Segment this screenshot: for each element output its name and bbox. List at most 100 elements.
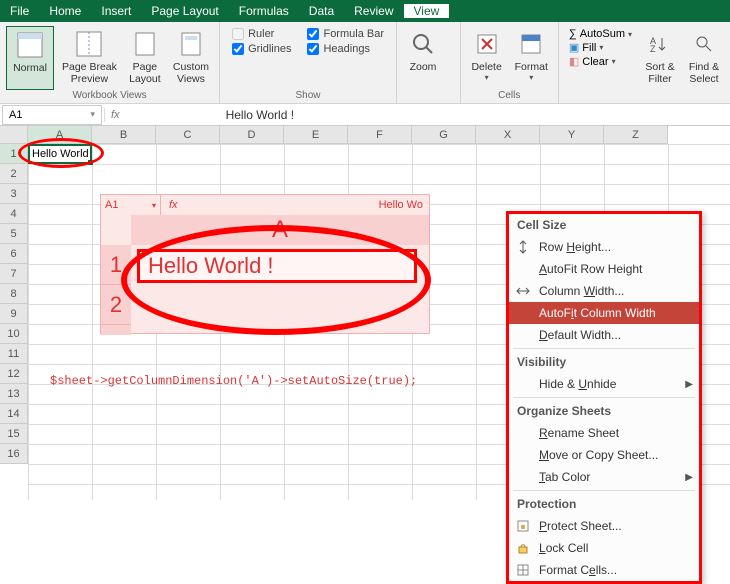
gridlines-checkbox[interactable]: Gridlines bbox=[232, 43, 291, 55]
col-header-a[interactable]: A bbox=[28, 126, 92, 144]
fill-button[interactable]: ▣Fill▾ bbox=[569, 41, 632, 54]
formula-value[interactable]: Hello World ! bbox=[226, 108, 294, 122]
normal-label: Normal bbox=[13, 63, 47, 75]
custom-views-button[interactable]: Custom Views bbox=[169, 26, 213, 90]
format-label: Format bbox=[515, 62, 548, 74]
cells-label: Cells bbox=[467, 90, 552, 103]
row-header-2[interactable]: 2 bbox=[0, 164, 28, 184]
col-header-d[interactable]: D bbox=[220, 126, 284, 144]
normal-icon bbox=[14, 29, 46, 61]
tab-insert[interactable]: Insert bbox=[91, 4, 141, 18]
col-header-y[interactable]: Y bbox=[540, 126, 604, 144]
formula-bar-checkbox[interactable]: Formula Bar bbox=[307, 28, 384, 40]
menu-move-copy[interactable]: Move or Copy Sheet... bbox=[509, 444, 699, 466]
row-header-13[interactable]: 13 bbox=[0, 384, 28, 404]
format-button[interactable]: Format ▾ bbox=[511, 26, 552, 90]
format-icon bbox=[515, 28, 547, 60]
menu-default-width[interactable]: Default Width... bbox=[509, 324, 699, 346]
menu-hide-unhide[interactable]: Hide & Unhide ▶ bbox=[509, 373, 699, 395]
row-header-10[interactable]: 10 bbox=[0, 324, 28, 344]
inset-cell-a1: Hello World ! bbox=[137, 249, 417, 283]
delete-label: Delete bbox=[471, 62, 501, 74]
page-layout-button[interactable]: Page Layout bbox=[125, 26, 165, 90]
menu-col-width[interactable]: Column Width... bbox=[509, 280, 699, 302]
format-dropdown-menu: Cell Size Row Height... AutoFit Row Heig… bbox=[506, 211, 702, 584]
menu-rename-sheet[interactable]: Rename Sheet bbox=[509, 422, 699, 444]
tab-file[interactable]: File bbox=[0, 4, 39, 18]
row-header-11[interactable]: 11 bbox=[0, 344, 28, 364]
name-box-value: A1 bbox=[9, 109, 22, 121]
row-header-1[interactable]: 1 bbox=[0, 144, 28, 164]
group-show: Ruler Gridlines Formula Bar Headings Sho… bbox=[220, 22, 397, 103]
menu-section-protection: Protection bbox=[509, 493, 699, 515]
page-break-label: Page Break Preview bbox=[62, 62, 117, 85]
menu-autofit-col[interactable]: AutoFit Column Width bbox=[509, 302, 699, 324]
title-tabs: File Home Insert Page Layout Formulas Da… bbox=[0, 0, 730, 22]
ribbon: Normal Page Break Preview Page Layout Cu… bbox=[0, 22, 730, 104]
row-height-icon bbox=[515, 239, 531, 255]
col-header-c[interactable]: C bbox=[156, 126, 220, 144]
tab-review[interactable]: Review bbox=[344, 4, 403, 18]
row-header-15[interactable]: 15 bbox=[0, 424, 28, 444]
menu-autofit-row[interactable]: AutoFit Row Height bbox=[509, 258, 699, 280]
row-header-14[interactable]: 14 bbox=[0, 404, 28, 424]
row-header-3[interactable]: 3 bbox=[0, 184, 28, 204]
menu-format-cells[interactable]: Format Cells... bbox=[509, 559, 699, 581]
select-all-corner[interactable] bbox=[0, 126, 28, 144]
row-header-6[interactable]: 6 bbox=[0, 244, 28, 264]
menu-row-height[interactable]: Row Height... bbox=[509, 236, 699, 258]
worksheet-grid[interactable]: A B C D E F G X Y Z 12345678910111213141… bbox=[0, 126, 730, 500]
show-label: Show bbox=[226, 90, 390, 103]
chevron-down-icon[interactable]: ▾ bbox=[90, 109, 95, 120]
menu-tab-color[interactable]: Tab Color ▶ bbox=[509, 466, 699, 488]
zoom-button[interactable]: Zoom bbox=[403, 26, 443, 90]
custom-views-label: Custom Views bbox=[173, 62, 209, 85]
page-break-icon bbox=[73, 28, 105, 60]
col-header-e[interactable]: E bbox=[284, 126, 348, 144]
row-header-8[interactable]: 8 bbox=[0, 284, 28, 304]
row-header-5[interactable]: 5 bbox=[0, 224, 28, 244]
menu-lock-cell[interactable]: Lock Cell bbox=[509, 537, 699, 559]
page-break-button[interactable]: Page Break Preview bbox=[58, 26, 121, 90]
sort-filter-button[interactable]: AZ Sort & Filter bbox=[640, 26, 680, 103]
col-header-x[interactable]: X bbox=[476, 126, 540, 144]
group-cells: Delete ▾ Format ▾ Cells bbox=[461, 22, 559, 103]
delete-button[interactable]: Delete ▾ bbox=[467, 26, 507, 90]
format-cells-icon bbox=[515, 562, 531, 578]
tab-home[interactable]: Home bbox=[39, 4, 91, 18]
row-header-7[interactable]: 7 bbox=[0, 264, 28, 284]
inset-fx-value: Hello Wo bbox=[379, 199, 429, 211]
col-header-f[interactable]: F bbox=[348, 126, 412, 144]
find-select-button[interactable]: Find & Select bbox=[684, 26, 724, 103]
delete-icon bbox=[471, 28, 503, 60]
row-header-12[interactable]: 12 bbox=[0, 364, 28, 384]
inset-col-a: A bbox=[131, 215, 429, 245]
name-box[interactable]: A1 ▾ bbox=[2, 105, 102, 125]
tab-page-layout[interactable]: Page Layout bbox=[141, 4, 228, 18]
cell-a1-value: Hello World bbox=[32, 148, 89, 160]
normal-button[interactable]: Normal bbox=[6, 26, 54, 90]
group-zoom: Zoom Zoom bbox=[397, 22, 461, 103]
col-header-b[interactable]: B bbox=[92, 126, 156, 144]
formula-bar-row: A1 ▾ fx Hello World ! bbox=[0, 104, 730, 126]
col-header-z[interactable]: Z bbox=[604, 126, 668, 144]
fx-icon[interactable]: fx bbox=[111, 109, 120, 121]
menu-section-cell-size: Cell Size bbox=[509, 214, 699, 236]
zoom-icon bbox=[407, 28, 439, 60]
col-header-g[interactable]: G bbox=[412, 126, 476, 144]
row-header-4[interactable]: 4 bbox=[0, 204, 28, 224]
headings-checkbox[interactable]: Headings bbox=[307, 43, 384, 55]
page-layout-label: Page Layout bbox=[129, 62, 161, 85]
ruler-checkbox[interactable]: Ruler bbox=[232, 28, 291, 40]
menu-section-visibility: Visibility bbox=[509, 351, 699, 373]
row-header-16[interactable]: 16 bbox=[0, 444, 28, 464]
row-header-9[interactable]: 9 bbox=[0, 304, 28, 324]
autosum-button[interactable]: ∑AutoSum▾ bbox=[569, 28, 632, 40]
tab-view[interactable]: View bbox=[404, 4, 450, 18]
tab-formulas[interactable]: Formulas bbox=[229, 4, 299, 18]
tab-data[interactable]: Data bbox=[299, 4, 344, 18]
cell-a1[interactable]: Hello World bbox=[28, 144, 92, 164]
clear-button[interactable]: ◧Clear▾ bbox=[569, 55, 632, 68]
inset-row-2: 2 bbox=[101, 285, 131, 325]
menu-protect-sheet[interactable]: Protect Sheet... bbox=[509, 515, 699, 537]
